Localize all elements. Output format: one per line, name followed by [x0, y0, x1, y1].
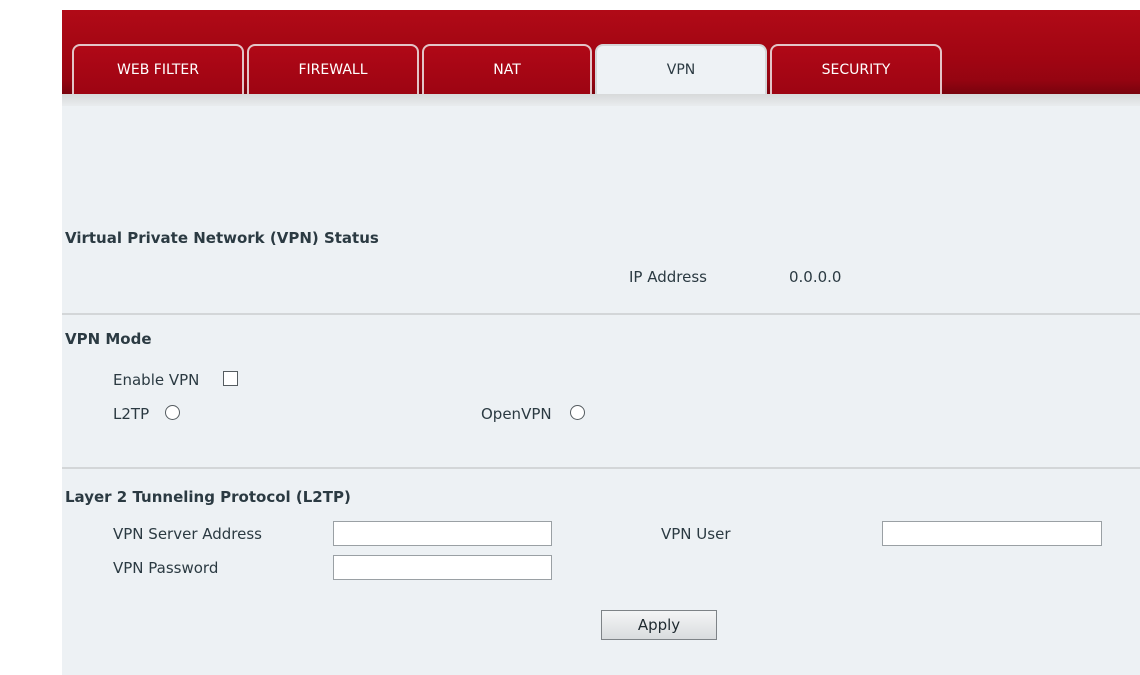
ip-address-value: 0.0.0.0 — [789, 268, 842, 286]
tab-web-filter[interactable]: WEB FILTER — [72, 44, 244, 94]
vpn-server-address-label: VPN Server Address — [113, 525, 262, 543]
vpn-content-panel — [62, 106, 1140, 675]
tab-divider-strip — [62, 94, 1140, 106]
vpn-user-label: VPN User — [661, 525, 731, 543]
enable-vpn-checkbox[interactable] — [223, 371, 238, 386]
tab-vpn[interactable]: VPN — [595, 44, 767, 94]
apply-button[interactable]: Apply — [601, 610, 717, 640]
tab-nat[interactable]: NAT — [422, 44, 592, 94]
vpn-user-input[interactable] — [882, 521, 1102, 546]
tab-security[interactable]: SECURITY — [770, 44, 942, 94]
section-divider — [62, 313, 1140, 315]
enable-vpn-label: Enable VPN — [113, 371, 200, 389]
vpn-password-input[interactable] — [333, 555, 552, 580]
tab-firewall[interactable]: FIREWALL — [247, 44, 419, 94]
vpn-password-label: VPN Password — [113, 559, 219, 577]
l2tp-radio[interactable] — [165, 405, 180, 420]
openvpn-radio[interactable] — [570, 405, 585, 420]
ip-address-label: IP Address — [629, 268, 707, 286]
l2tp-section-title: Layer 2 Tunneling Protocol (L2TP) — [65, 488, 351, 506]
vpn-server-address-input[interactable] — [333, 521, 552, 546]
openvpn-radio-label: OpenVPN — [481, 405, 552, 423]
section-divider — [62, 467, 1140, 469]
vpn-mode-title: VPN Mode — [65, 330, 152, 348]
l2tp-radio-label: L2TP — [113, 405, 150, 423]
vpn-status-title: Virtual Private Network (VPN) Status — [65, 229, 379, 247]
